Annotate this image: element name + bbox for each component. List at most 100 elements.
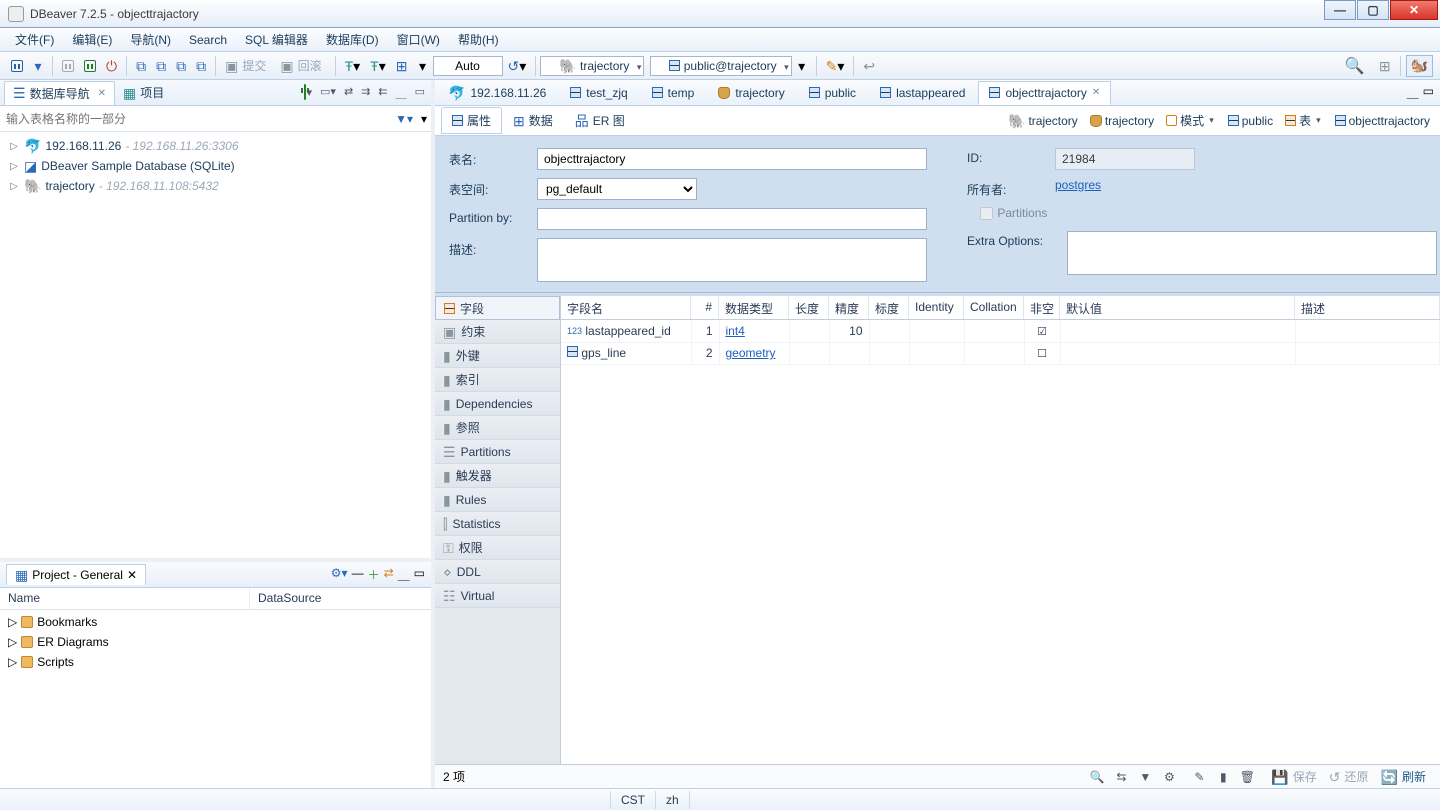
nav-collapse-icon[interactable]: ⇇ [376, 83, 389, 103]
proj-menu-icon[interactable]: ▭ [414, 566, 425, 583]
proj-link-icon[interactable]: ⇄ [384, 566, 394, 583]
grid-body[interactable]: 123 lastappeared_id 1 int4 10 ☑ [561, 320, 1440, 764]
revert-button[interactable]: ↺还原 [1329, 768, 1369, 785]
perspective-button[interactable]: ⊞ [1375, 55, 1395, 77]
tab-project[interactable]: ▦项目 [115, 81, 172, 104]
search-button[interactable]: 🔍 [1341, 55, 1373, 77]
connect-button[interactable] [58, 55, 78, 77]
delete-row-icon[interactable]: 🗑 [1236, 767, 1258, 787]
col-prec-header[interactable]: 精度 [829, 296, 869, 319]
datasource-combo[interactable]: 🐘 trajectory▾ [540, 56, 644, 76]
crumb-table[interactable]: objecttrajactory [1331, 112, 1434, 130]
tx-log-button[interactable]: ⊞ [392, 55, 412, 77]
search-icon[interactable]: 🔍 [1086, 767, 1108, 787]
col-notnull-header[interactable]: 非空 [1024, 296, 1060, 319]
close-icon[interactable]: ✕ [1092, 87, 1100, 98]
expand-icon[interactable]: ▷ [8, 161, 20, 172]
project-tab[interactable]: ▦Project - General✕ [6, 564, 146, 585]
new-connection-dropdown[interactable]: ▾ [29, 55, 47, 77]
editor-tab-4[interactable]: public [798, 81, 867, 105]
nav-filter-icon[interactable]: ▭▾ [318, 83, 338, 103]
close-icon[interactable]: ✕ [127, 568, 137, 582]
tree-node-sqlite[interactable]: ▷ ◪ DBeaver Sample Database (SQLite) [2, 156, 429, 176]
cat-foreign-keys[interactable]: ▮外键 [435, 344, 560, 368]
nav-expand-icon[interactable]: ⇉ [359, 83, 372, 103]
subtab-data[interactable]: ⊞数据 [502, 107, 564, 134]
project-item-er[interactable]: ▷ER Diagrams [2, 632, 429, 652]
col-desc-header[interactable]: 描述 [1295, 296, 1440, 319]
crumb-schema[interactable]: public [1224, 112, 1277, 130]
type-link[interactable]: geometry [726, 346, 776, 360]
nav-minimize-icon[interactable]: ＿ [394, 83, 409, 103]
tablespace-select[interactable]: pg_default [537, 178, 697, 200]
commit-button[interactable]: ▣提交 [221, 55, 274, 77]
filter-funnel-icon[interactable]: ▼▾ [391, 108, 417, 130]
tree-node-pg[interactable]: ▷ 🐘 trajectory - 192.168.11.108:5432 [2, 176, 429, 196]
save-button[interactable]: 💾保存 [1271, 768, 1316, 785]
project-item-bookmarks[interactable]: ▷Bookmarks [2, 612, 429, 632]
tree-node-mysql[interactable]: ▷ 🐬 192.168.11.26 - 192.168.11.26:3306 [2, 136, 429, 156]
menu-search[interactable]: Search [180, 30, 236, 50]
editor-minimize-icon[interactable]: ＿ [1407, 84, 1419, 101]
funnel-icon[interactable]: ▼ [1134, 767, 1156, 787]
autocommit-input[interactable] [433, 56, 503, 76]
col-type-header[interactable]: 数据类型 [719, 296, 789, 319]
cat-columns[interactable]: 字段 [435, 296, 560, 320]
crumb-connection[interactable]: 🐘trajectory [1004, 112, 1082, 130]
project-col-datasource[interactable]: DataSource [250, 588, 329, 609]
col-num-header[interactable]: # [691, 296, 719, 319]
sql-editor-button[interactable]: ⧉ [132, 55, 150, 77]
menu-file[interactable]: 文件(F) [6, 28, 63, 51]
subtab-er[interactable]: 品ER 图 [564, 107, 636, 134]
col-default-header[interactable]: 默认值 [1060, 296, 1295, 319]
nav-connect-icon[interactable]: ▾ [302, 83, 314, 103]
extra-options-input[interactable] [1067, 231, 1437, 275]
menu-navigate[interactable]: 导航(N) [121, 28, 180, 51]
editor-tab-5[interactable]: lastappeared [869, 81, 976, 105]
cat-ddl[interactable]: ⋄DDL [435, 560, 560, 584]
menu-database[interactable]: 数据库(D) [317, 28, 388, 51]
schema-dropdown[interactable]: ▾ [793, 55, 811, 77]
proj-minimize-icon[interactable]: ＿ [398, 566, 410, 583]
project-col-name[interactable]: Name [0, 588, 250, 609]
expand-icon[interactable]: ▷ [8, 181, 20, 192]
expand-icon[interactable]: ▷ [8, 141, 20, 152]
project-tree[interactable]: ▷Bookmarks ▷ER Diagrams ▷Scripts [0, 610, 431, 788]
subtab-properties[interactable]: 属性 [441, 107, 502, 134]
menu-sql[interactable]: SQL 编辑器 [236, 28, 317, 51]
editor-tab-2[interactable]: temp [641, 81, 706, 105]
navigator-filter-input[interactable] [0, 108, 391, 130]
editor-tab-1[interactable]: test_zjq [559, 81, 638, 105]
close-icon[interactable]: ✕ [98, 88, 106, 99]
dbeaver-perspective[interactable]: 🐿️ [1406, 55, 1433, 77]
type-link[interactable]: int4 [726, 324, 745, 338]
gear-icon[interactable]: ⚙ [1158, 767, 1180, 787]
back-button[interactable]: ↩ [859, 55, 879, 77]
schema-combo[interactable]: public@trajectory▾ [650, 56, 791, 76]
editor-tab-6[interactable]: objecttrajactory✕ [978, 81, 1111, 105]
menu-edit[interactable]: 编辑(E) [63, 28, 121, 51]
sql-script-button[interactable]: ⧉ [152, 55, 170, 77]
cat-statistics[interactable]: ⫿Statistics [435, 512, 560, 536]
filter-rows-icon[interactable]: ⇆ [1110, 767, 1132, 787]
description-input[interactable] [537, 238, 927, 282]
cat-virtual[interactable]: ☷Virtual [435, 584, 560, 608]
reconnect-button[interactable] [80, 55, 100, 77]
cat-triggers[interactable]: ▮触发器 [435, 464, 560, 488]
disconnect-button[interactable]: ⏻ [102, 55, 121, 77]
cat-constraints[interactable]: ▣约束 [435, 320, 560, 344]
crumb-tables-folder[interactable]: 表▾ [1281, 110, 1327, 131]
cat-references[interactable]: ▮参照 [435, 416, 560, 440]
edit-icon[interactable]: ✎ [1188, 767, 1210, 787]
tx-isolation-button[interactable]: Ŧ▾ [366, 55, 390, 77]
crumb-schema-folder[interactable]: 模式▾ [1162, 110, 1220, 131]
nav-menu-icon[interactable]: ▭ [413, 83, 427, 103]
editor-tab-0[interactable]: 🐬192.168.11.26 [437, 81, 557, 105]
table-name-input[interactable] [537, 148, 927, 170]
gear-icon[interactable]: ⚙▾ [331, 566, 348, 583]
editor-maximize-icon[interactable]: ▭ [1423, 84, 1434, 101]
partitions-checkbox[interactable]: Partitions [980, 206, 1047, 220]
tx-log-dropdown[interactable]: ▾ [414, 55, 432, 77]
project-item-scripts[interactable]: ▷Scripts [2, 652, 429, 672]
tx-mode-button[interactable]: Ŧ▾ [341, 55, 365, 77]
